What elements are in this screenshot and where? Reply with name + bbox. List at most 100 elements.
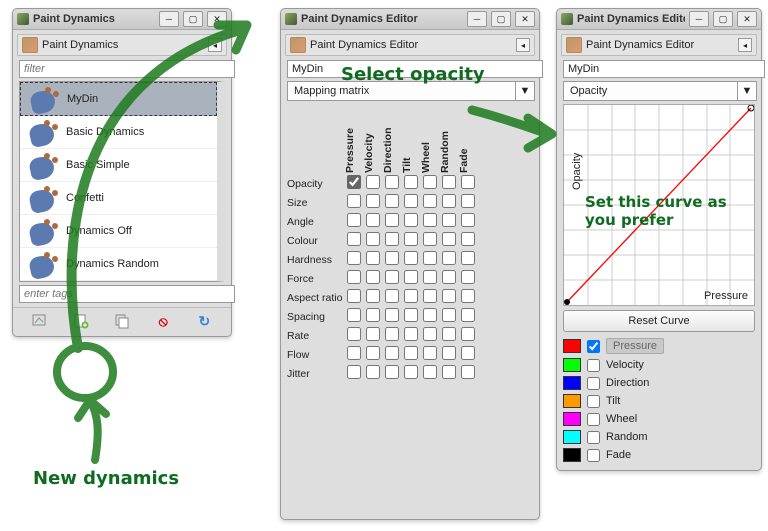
matrix-checkbox[interactable] <box>404 270 418 284</box>
matrix-checkbox[interactable] <box>461 213 475 227</box>
matrix-checkbox[interactable] <box>461 346 475 360</box>
matrix-checkbox[interactable] <box>461 232 475 246</box>
matrix-checkbox[interactable] <box>423 327 437 341</box>
matrix-checkbox[interactable] <box>385 270 399 284</box>
legend-row[interactable]: Random <box>563 428 755 446</box>
legend-row[interactable]: Fade <box>563 446 755 464</box>
duplicate-dynamics-button[interactable] <box>111 312 133 330</box>
matrix-checkbox[interactable] <box>385 251 399 265</box>
matrix-checkbox[interactable] <box>461 289 475 303</box>
legend-row[interactable]: Wheel <box>563 410 755 428</box>
dropdown-arrow[interactable]: ▼ <box>737 82 756 100</box>
matrix-checkbox[interactable] <box>366 251 380 265</box>
matrix-checkbox[interactable] <box>347 213 361 227</box>
matrix-checkbox[interactable] <box>366 175 380 189</box>
list-item[interactable]: Dynamics Random <box>20 248 217 281</box>
matrix-checkbox[interactable] <box>404 194 418 208</box>
titlebar[interactable]: Paint Dynamics ─ ▢ ✕ <box>13 9 231 30</box>
legend-row[interactable]: Direction <box>563 374 755 392</box>
matrix-checkbox[interactable] <box>442 365 456 379</box>
matrix-checkbox[interactable] <box>385 194 399 208</box>
list-item[interactable]: Confetti <box>20 182 217 215</box>
matrix-checkbox[interactable] <box>366 308 380 322</box>
maximize-button[interactable]: ▢ <box>713 11 733 27</box>
matrix-checkbox[interactable] <box>366 289 380 303</box>
legend-checkbox[interactable] <box>587 340 600 353</box>
matrix-checkbox[interactable] <box>347 270 361 284</box>
matrix-checkbox[interactable] <box>423 175 437 189</box>
matrix-checkbox[interactable] <box>461 175 475 189</box>
matrix-checkbox[interactable] <box>404 308 418 322</box>
edit-dynamics-button[interactable] <box>29 312 51 330</box>
matrix-checkbox[interactable] <box>347 365 361 379</box>
matrix-checkbox[interactable] <box>404 346 418 360</box>
reset-curve-button[interactable]: Reset Curve <box>563 310 755 332</box>
close-button[interactable]: ✕ <box>207 11 227 27</box>
matrix-checkbox[interactable] <box>404 365 418 379</box>
matrix-checkbox[interactable] <box>423 232 437 246</box>
filter-input[interactable] <box>19 60 235 78</box>
list-item[interactable]: MyDin <box>20 82 217 116</box>
legend-checkbox[interactable] <box>587 431 600 444</box>
delete-dynamics-button[interactable]: ⦸ <box>152 312 174 330</box>
matrix-checkbox[interactable] <box>404 213 418 227</box>
dock-menu-button[interactable]: ◂ <box>516 38 530 52</box>
dock-menu-button[interactable]: ◂ <box>738 38 752 52</box>
refresh-dynamics-button[interactable]: ↻ <box>193 312 215 330</box>
matrix-checkbox[interactable] <box>404 327 418 341</box>
matrix-checkbox[interactable] <box>385 327 399 341</box>
matrix-checkbox[interactable] <box>461 251 475 265</box>
matrix-checkbox[interactable] <box>423 289 437 303</box>
dynamics-list[interactable]: MyDinBasic DynamicsBasic SimpleConfettiD… <box>19 81 225 282</box>
matrix-checkbox[interactable] <box>461 270 475 284</box>
matrix-checkbox[interactable] <box>442 251 456 265</box>
matrix-checkbox[interactable] <box>385 175 399 189</box>
matrix-checkbox[interactable] <box>442 308 456 322</box>
matrix-checkbox[interactable] <box>366 194 380 208</box>
matrix-checkbox[interactable] <box>404 232 418 246</box>
matrix-checkbox[interactable] <box>385 232 399 246</box>
legend-checkbox[interactable] <box>587 395 600 408</box>
matrix-checkbox[interactable] <box>347 289 361 303</box>
output-dropdown[interactable]: Opacity ▼ <box>563 81 757 101</box>
list-item[interactable]: Basic Simple <box>20 149 217 182</box>
titlebar[interactable]: Paint Dynamics Editor ─ ▢ ✕ <box>557 9 761 30</box>
minimize-button[interactable]: ─ <box>689 11 709 27</box>
matrix-checkbox[interactable] <box>442 213 456 227</box>
dynamics-name-input[interactable] <box>563 60 765 78</box>
matrix-checkbox[interactable] <box>385 213 399 227</box>
matrix-checkbox[interactable] <box>461 194 475 208</box>
matrix-checkbox[interactable] <box>442 289 456 303</box>
dropdown-arrow[interactable]: ▼ <box>515 82 534 100</box>
dock-menu-button[interactable]: ◂ <box>208 38 222 52</box>
legend-checkbox[interactable] <box>587 377 600 390</box>
matrix-checkbox[interactable] <box>366 365 380 379</box>
matrix-checkbox[interactable] <box>385 289 399 303</box>
matrix-checkbox[interactable] <box>385 365 399 379</box>
maximize-button[interactable]: ▢ <box>183 11 203 27</box>
matrix-checkbox[interactable] <box>366 213 380 227</box>
tags-input[interactable] <box>19 285 235 303</box>
matrix-checkbox[interactable] <box>404 289 418 303</box>
matrix-checkbox[interactable] <box>347 346 361 360</box>
legend-checkbox[interactable] <box>587 449 600 462</box>
list-item[interactable]: Basic Dynamics <box>20 116 217 149</box>
matrix-checkbox[interactable] <box>404 175 418 189</box>
minimize-button[interactable]: ─ <box>159 11 179 27</box>
matrix-checkbox[interactable] <box>461 308 475 322</box>
list-item[interactable]: Dynamics Off <box>20 215 217 248</box>
matrix-checkbox[interactable] <box>347 251 361 265</box>
matrix-checkbox[interactable] <box>442 175 456 189</box>
matrix-checkbox[interactable] <box>442 232 456 246</box>
matrix-checkbox[interactable] <box>423 270 437 284</box>
maximize-button[interactable]: ▢ <box>491 11 511 27</box>
matrix-checkbox[interactable] <box>423 308 437 322</box>
new-dynamics-button[interactable] <box>70 312 92 330</box>
matrix-checkbox[interactable] <box>366 346 380 360</box>
matrix-checkbox[interactable] <box>442 270 456 284</box>
matrix-checkbox[interactable] <box>423 194 437 208</box>
close-button[interactable]: ✕ <box>737 11 757 27</box>
matrix-checkbox[interactable] <box>423 251 437 265</box>
matrix-checkbox[interactable] <box>347 308 361 322</box>
matrix-checkbox[interactable] <box>442 327 456 341</box>
